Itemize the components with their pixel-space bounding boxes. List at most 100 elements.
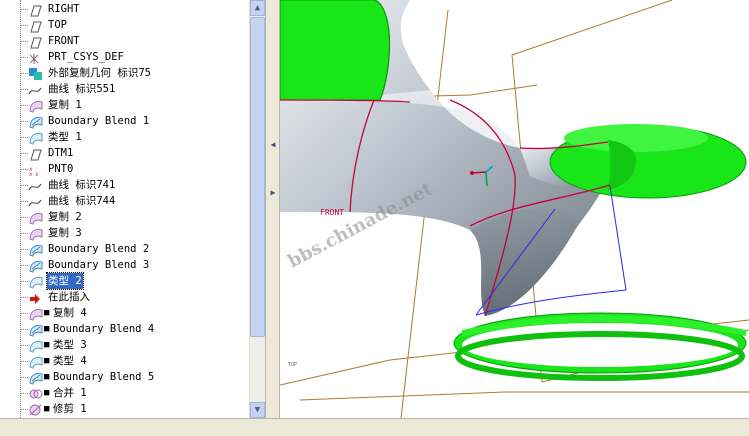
tree-connector [20,169,28,170]
tree-item[interactable]: RIGHT [0,1,249,17]
style-icon [28,274,44,289]
coordinate-system-icon [28,50,44,64]
model-tree-scrollbar[interactable]: ▲ ▼ [249,0,266,418]
tree-connector [20,393,28,394]
tree-item[interactable]: 类型 1 [0,129,249,145]
suppressed-marker: ■ [44,308,50,318]
tree-item[interactable]: TOP [0,17,249,33]
tree-item-label: DTM1 [48,147,74,159]
tree-item[interactable]: 复制 1 [0,97,249,113]
tree-connector [20,233,28,234]
insert-here-arrow-icon [28,290,44,304]
tree-connector [20,185,28,186]
tree-connector [20,329,28,330]
copy-surface-icon [28,210,44,225]
style-icon [28,338,44,353]
tree-item-label: PNT0 [48,163,74,175]
boundary-blend-icon [28,258,44,273]
chevron-down-icon: ▼ [254,405,261,415]
chevron-up-icon: ▲ [254,3,261,13]
tree-connector [20,41,28,42]
tree-item-label: Boundary Blend 4 [53,323,155,335]
lower-green-ring[interactable] [453,312,747,381]
tree-connector [20,121,28,122]
scroll-down-button[interactable]: ▼ [250,402,265,418]
tree-item[interactable]: 复制 2 [0,209,249,225]
boundary-blend-icon [28,114,44,129]
tree-connector [20,89,28,90]
tree-item[interactable]: x x x PNT0 [0,161,249,178]
tree-item[interactable]: 在此插入 [0,289,249,305]
tree-item-label: 类型 3 [53,339,87,351]
copy-surface-icon [28,226,44,241]
tree-connector [20,265,28,266]
datum-plane-icon [28,34,44,49]
tree-item-label: 复制 1 [48,99,82,111]
tree-connector [20,377,28,378]
tree-item-label: Boundary Blend 3 [48,259,150,271]
tree-item-label: PRT_CSYS_DEF [48,51,124,63]
boundary-blend-icon [28,242,44,257]
tree-item[interactable]: Boundary Blend 2 [0,241,249,257]
tree-item[interactable]: ■ Boundary Blend 4 [0,321,249,337]
graphics-viewport[interactable]: FRONT TOP bbs.chinade.net [280,0,749,418]
boundary-blend-icon [28,322,44,337]
tree-item-label: 复制 4 [53,307,87,319]
tree-item[interactable]: ■ 合并 1 [0,385,249,401]
tree-item[interactable]: PRT_CSYS_DEF [0,49,249,65]
curve-icon [28,194,44,208]
copy-surface-icon [28,306,44,321]
curve-icon [28,82,44,96]
scroll-up-button[interactable]: ▲ [250,0,265,16]
tree-item-label: Boundary Blend 5 [53,371,155,383]
tree-connector [20,73,28,74]
tree-item-label: 复制 3 [48,227,82,239]
tree-item[interactable]: ■ 复制 4 [0,305,249,321]
style-icon [28,130,44,145]
tree-item[interactable]: 复制 3 [0,225,249,241]
upper-green-cap[interactable] [280,0,391,101]
scroll-thumb[interactable] [250,17,265,337]
tree-item-label: 曲线 标识551 [48,83,116,95]
tree-item[interactable]: ■ 类型 3 [0,337,249,353]
suppressed-marker: ■ [44,388,50,398]
panel-splitter[interactable]: ◀ ▶ [265,0,280,418]
curve-icon [28,178,44,192]
tree-connector [20,201,28,202]
tree-item-label: 复制 2 [48,211,82,223]
boundary-blend-icon [28,370,44,385]
tree-item[interactable]: ■ 类型 4 [0,353,249,369]
curve-label: FRONT [320,208,344,217]
corner-datum-label: TOP [288,362,297,368]
external-copy-geometry-icon [28,66,44,80]
datum-plane-icon [28,146,44,161]
tree-item[interactable]: ■ Boundary Blend 5 [0,369,249,385]
tree-connector [20,25,28,26]
tree-connector [20,345,28,346]
tree-item[interactable]: 外部复制几何 标识75 [0,65,249,81]
tree-item[interactable]: ■ 修剪 1 [0,401,249,417]
tree-item[interactable]: 曲线 标识741 [0,177,249,193]
suppressed-marker: ■ [44,372,50,382]
style-icon [28,354,44,369]
tree-item[interactable]: DTM1 [0,145,249,161]
tree-item[interactable]: 曲线 标识744 [0,193,249,209]
tree-item[interactable]: 类型 2 [0,272,249,290]
tree-connector [20,281,28,282]
suppressed-marker: ■ [44,404,50,414]
datum-plane-icon [28,18,44,33]
tree-item-label: 类型 4 [53,355,87,367]
merge-icon [28,386,44,400]
tree-item-label: 合并 1 [53,387,87,399]
tree-item[interactable]: Boundary Blend 1 [0,113,249,129]
tree-item[interactable]: FRONT [0,33,249,49]
tree-item[interactable]: Boundary Blend 3 [0,257,249,273]
tree-item-label: 类型 1 [48,131,82,143]
status-bar [0,418,749,436]
collapse-left-icon[interactable]: ◀ [269,140,277,150]
tree-item[interactable]: 曲线 标识551 [0,81,249,97]
tree-item-label: RIGHT [48,3,80,15]
copy-surface-icon [28,98,44,113]
tree-connector [20,153,28,154]
expand-right-icon[interactable]: ▶ [269,188,277,198]
